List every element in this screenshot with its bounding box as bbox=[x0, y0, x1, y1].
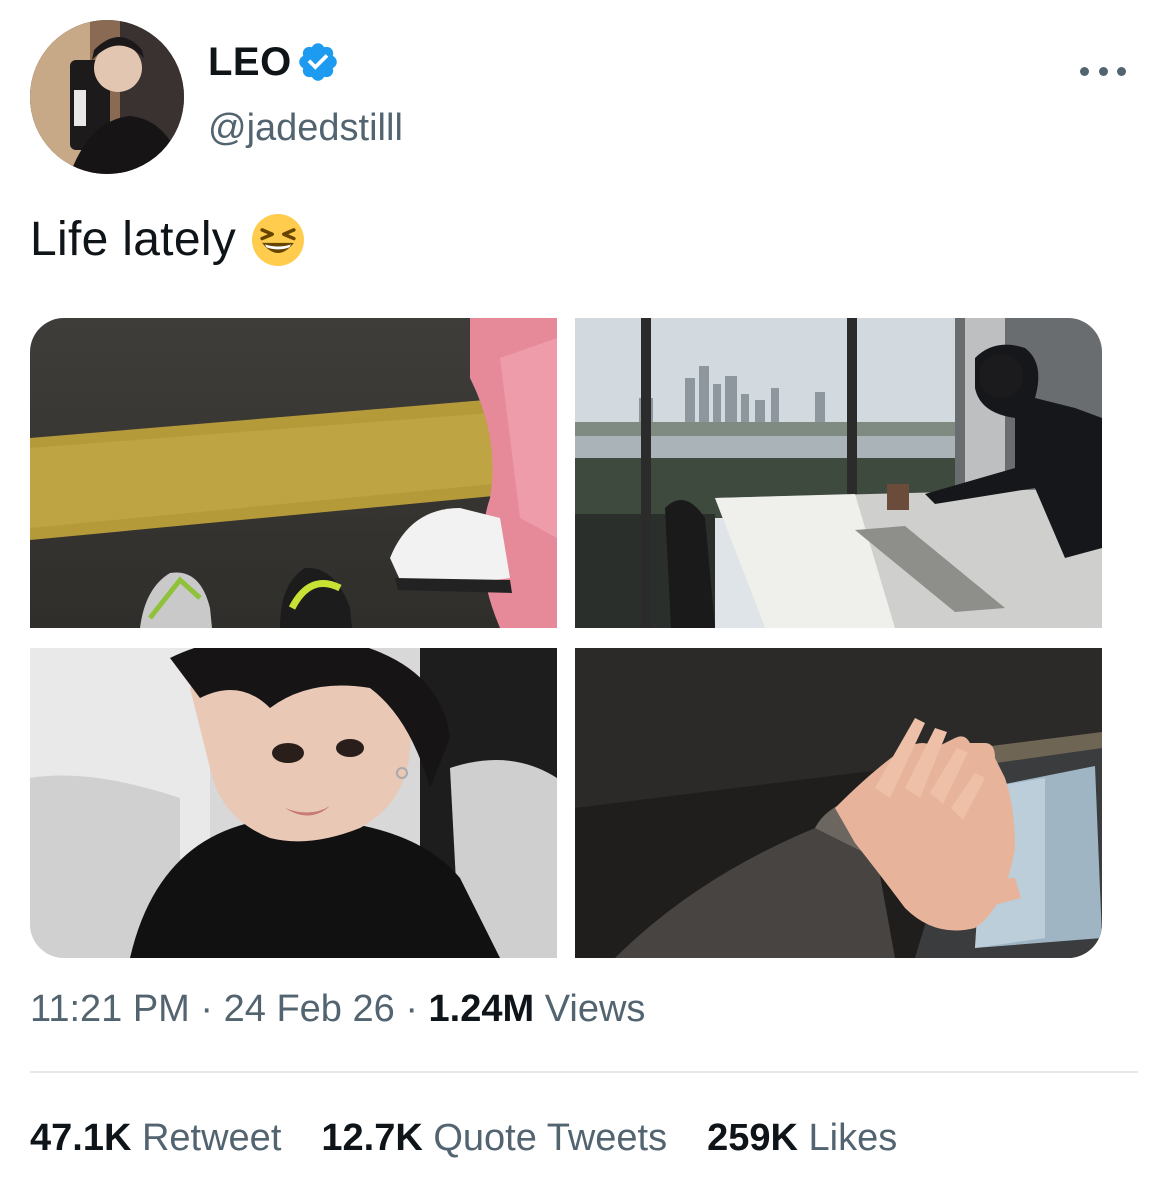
display-name[interactable]: LEO bbox=[208, 40, 292, 85]
meta-separator: · bbox=[200, 988, 214, 1030]
engagement-stats: 47.1K Retweet 12.7K Quote Tweets 259K Li… bbox=[30, 1117, 897, 1160]
user-handle[interactable]: @jadedstilll bbox=[208, 107, 403, 150]
likes-label: Likes bbox=[808, 1117, 898, 1159]
verified-badge-icon bbox=[299, 43, 337, 81]
grinning-squinting-face-icon bbox=[252, 213, 305, 266]
dot-icon bbox=[1098, 66, 1108, 76]
retweets-stat[interactable]: 47.1K Retweet bbox=[30, 1117, 281, 1160]
quote-tweets-stat[interactable]: 12.7K Quote Tweets bbox=[321, 1117, 667, 1160]
more-options-button[interactable] bbox=[1080, 56, 1126, 86]
divider bbox=[30, 1071, 1138, 1073]
photo-hand-shadow[interactable] bbox=[575, 648, 1102, 958]
quotes-label: Quote Tweets bbox=[433, 1117, 668, 1159]
tweet-time[interactable]: 11:21 PM bbox=[30, 988, 190, 1030]
media-grid bbox=[30, 318, 1102, 958]
tweet-text: Life lately bbox=[30, 212, 305, 267]
views-label: Views bbox=[544, 988, 646, 1030]
likes-stat[interactable]: 259K Likes bbox=[707, 1117, 897, 1160]
tweet-meta: 11:21 PM · 24 Feb 26 · 1.24M Views bbox=[30, 988, 645, 1031]
avatar[interactable] bbox=[30, 20, 184, 174]
retweets-count: 47.1K bbox=[30, 1117, 132, 1159]
likes-count: 259K bbox=[707, 1117, 798, 1159]
dot-icon bbox=[1080, 66, 1089, 76]
meta-separator: · bbox=[405, 988, 418, 1030]
dot-icon bbox=[1117, 66, 1126, 76]
photo-selfie[interactable] bbox=[30, 648, 557, 958]
views-count: 1.24M bbox=[428, 988, 535, 1030]
tweet-text-content: Life lately bbox=[30, 213, 237, 266]
quotes-count: 12.7K bbox=[321, 1117, 423, 1159]
tweet-date[interactable]: 24 Feb 26 bbox=[224, 988, 395, 1030]
retweets-label: Retweet bbox=[141, 1117, 282, 1159]
photo-office-window-view[interactable] bbox=[575, 318, 1102, 628]
profile-photo bbox=[30, 20, 184, 174]
photo-sneakers-road[interactable] bbox=[30, 318, 557, 628]
tweet-card: LEO @jadedstilll Life lately 11:21 PM · … bbox=[0, 0, 1166, 1200]
